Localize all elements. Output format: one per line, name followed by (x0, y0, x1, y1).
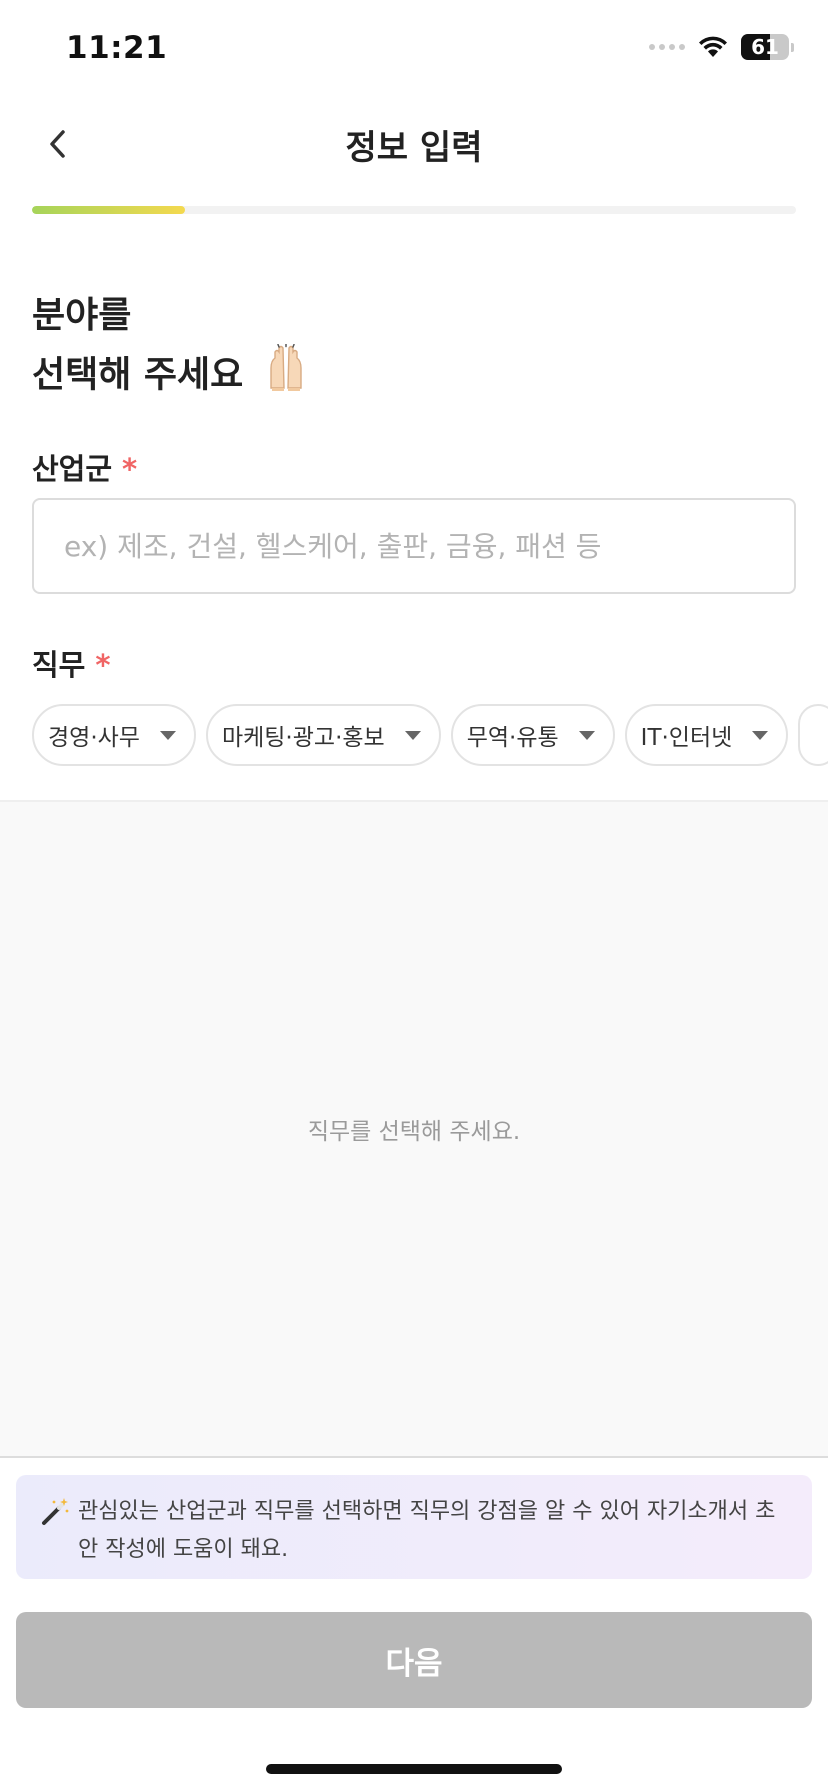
magic-wand-icon (40, 1497, 70, 1561)
nav-bar: 정보 입력 (0, 100, 828, 188)
progress-fill (32, 206, 185, 214)
job-label: 직무 * (32, 642, 111, 684)
progress-bar (32, 206, 796, 214)
heading-line-2-row: 선택해 주세요 (32, 343, 310, 409)
caret-down-icon (159, 730, 176, 740)
job-chip-it[interactable]: IT·인터넷 (624, 704, 789, 766)
next-button[interactable]: 다음 (16, 1612, 812, 1708)
battery-cap (791, 42, 794, 52)
job-chip-marketing[interactable]: 마케팅·광고·홍보 (205, 704, 441, 766)
job-chip-more[interactable] (798, 704, 828, 766)
job-detail-area: 직무를 선택해 주세요. (0, 800, 828, 1458)
battery-icon: 61 (741, 34, 789, 60)
screen: 11:21 61 정보 입력 분야를 선택해 주세요 산업군 * ex) 제조,… (0, 0, 828, 1792)
tip-box: 관심있는 산업군과 직무를 선택하면 직무의 강점을 알 수 있어 자기소개서 … (16, 1475, 812, 1579)
status-time: 11:21 (66, 30, 168, 66)
tip-text: 관심있는 산업군과 직무를 선택하면 직무의 강점을 알 수 있어 자기소개서 … (78, 1499, 776, 1562)
heading: 분야를 선택해 주세요 (32, 288, 310, 409)
industry-input[interactable] (32, 498, 796, 594)
required-mark: * (95, 648, 111, 682)
page-title: 정보 입력 (345, 128, 483, 168)
wifi-icon (699, 36, 727, 57)
required-mark: * (122, 452, 138, 486)
home-indicator (266, 1764, 562, 1774)
job-chip-trade[interactable]: 무역·유통 (450, 704, 615, 766)
battery-level: 61 (751, 35, 779, 59)
caret-down-icon (578, 730, 595, 740)
chip-label: 마케팅·광고·홍보 (221, 725, 385, 751)
industry-label: 산업군 * (32, 446, 137, 488)
raised-hands-icon (262, 343, 310, 409)
status-icons: 61 (649, 34, 794, 60)
caret-down-icon (404, 730, 421, 740)
chip-label: IT·인터넷 (640, 725, 733, 751)
job-chip-row: 경영·사무 마케팅·광고·홍보 무역·유통 IT·인터넷 (32, 704, 828, 766)
job-label-text: 직무 (32, 648, 86, 682)
heading-line-2: 선택해 주세요 (32, 354, 244, 396)
cellular-signal-icon (649, 44, 685, 50)
job-chip-management[interactable]: 경영·사무 (32, 704, 196, 766)
status-bar: 11:21 61 (0, 0, 828, 100)
chip-label: 경영·사무 (48, 725, 140, 751)
chip-label: 무역·유통 (466, 725, 559, 751)
industry-label-text: 산업군 (32, 452, 113, 486)
caret-down-icon (752, 730, 769, 740)
heading-line-1: 분야를 (32, 295, 132, 336)
empty-state-text: 직무를 선택해 주세요. (307, 1119, 521, 1145)
